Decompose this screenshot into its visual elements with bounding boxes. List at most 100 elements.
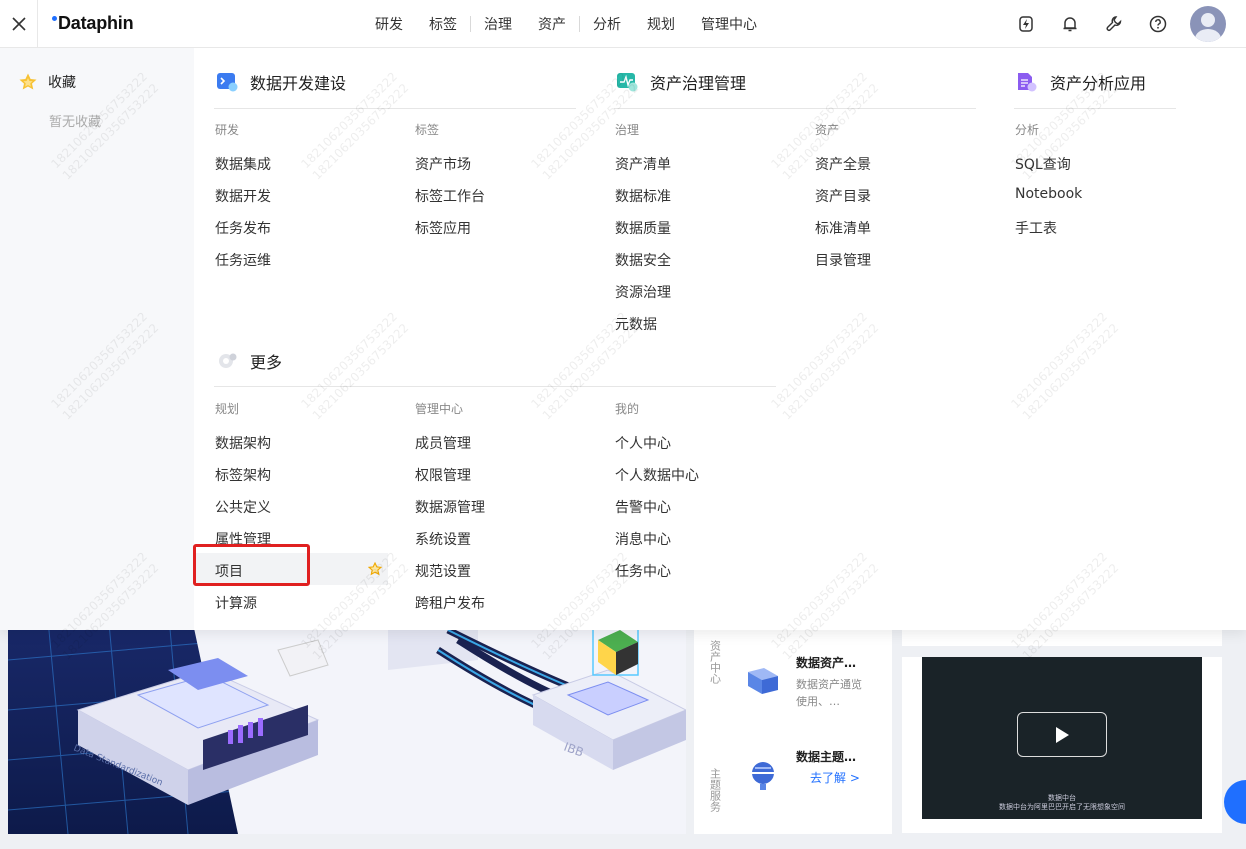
main-nav: 研发 标签 治理 资产 分析 规划 管理中心 (362, 0, 770, 48)
governance-monitor-icon (617, 73, 638, 92)
menu-item-asset-market[interactable]: 资产市场 (415, 154, 471, 174)
play-button[interactable] (1017, 712, 1107, 757)
menu-item-message-center[interactable]: 消息中心 (615, 529, 671, 549)
section-divider (214, 108, 576, 109)
menu-item-cross-tenant-publish[interactable]: 跨租户发布 (415, 593, 485, 613)
analysis-document-icon (1018, 73, 1037, 92)
lightning-badge-button[interactable] (1004, 0, 1048, 48)
menu-item-data-security[interactable]: 数据安全 (615, 250, 671, 270)
section-divider (214, 386, 776, 387)
globe-stand-icon (752, 762, 774, 790)
menu-item-member-management[interactable]: 成员管理 (415, 433, 471, 453)
help-icon (1149, 15, 1167, 33)
notification-button[interactable] (1048, 0, 1092, 48)
mega-menu-panel: 收藏 暂无收藏 数据开发建设 研发 数据集成 数据开发 任务发布 任务运维 标签… (0, 48, 1246, 630)
menu-item-system-settings[interactable]: 系统设置 (415, 529, 471, 549)
nav-item-dev[interactable]: 研发 (362, 14, 416, 34)
group-label-asset: 资产 (815, 123, 840, 137)
menu-item-task-center[interactable]: 任务中心 (615, 561, 671, 581)
section-divider (1014, 108, 1176, 109)
star-icon (19, 73, 37, 90)
close-menu-button[interactable] (0, 0, 38, 48)
menu-item-spec-settings[interactable]: 规范设置 (415, 561, 471, 581)
menu-item-data-quality[interactable]: 数据质量 (615, 218, 671, 238)
group-label-tag: 标签 (415, 123, 440, 137)
favorites-header: 收藏 (18, 72, 76, 92)
section-title-more: 更多 (216, 349, 282, 373)
logo-dot-icon (52, 16, 57, 21)
menu-item-data-standard[interactable]: 数据标准 (615, 186, 671, 206)
nav-item-asset[interactable]: 资产 (525, 14, 579, 34)
section-title-text: 更多 (250, 353, 283, 372)
video-caption: 数据中台为阿里巴巴开启了无限想象空间 (999, 803, 1125, 811)
group-label-admin-center: 管理中心 (415, 402, 464, 416)
menu-item-data-architecture[interactable]: 数据架构 (215, 433, 271, 453)
tools-button[interactable] (1092, 0, 1136, 48)
section-title-dev: 数据开发建设 (216, 70, 346, 94)
more-gear-icon (219, 353, 237, 368)
menu-item-alert-center[interactable]: 告警中心 (615, 497, 671, 517)
favorites-sidebar: 收藏 暂无收藏 (0, 48, 194, 630)
menu-item-data-development[interactable]: 数据开发 (215, 186, 271, 206)
nav-item-admin[interactable]: 管理中心 (688, 14, 770, 34)
asset-center-side-label: 资产中心 (708, 640, 722, 684)
group-label-mine: 我的 (615, 402, 640, 416)
menu-item-sql-query[interactable]: SQL查询 (1015, 154, 1071, 174)
bell-icon (1063, 17, 1077, 32)
data-topic-card[interactable]: 数据主题… 去了解 > (734, 736, 878, 816)
folder-icon (748, 668, 778, 694)
group-label-planning: 规划 (215, 402, 240, 416)
help-button[interactable] (1136, 0, 1180, 48)
data-standardization-illustration: IBB Data Standardization (8, 600, 686, 834)
avatar-head (1201, 13, 1215, 27)
top-right-actions (1004, 0, 1246, 48)
data-asset-card[interactable]: 数据资产… 数据资产通览使用、… (734, 642, 878, 724)
menu-item-permission-management[interactable]: 权限管理 (415, 465, 471, 485)
menu-item-asset-overview[interactable]: 资产全景 (815, 154, 871, 174)
menu-item-task-ops[interactable]: 任务运维 (215, 250, 271, 270)
section-title-text: 资产分析应用 (1050, 74, 1147, 93)
add-favorite-star-button[interactable] (367, 561, 383, 580)
lightning-badge-icon (1019, 16, 1033, 32)
menu-item-tag-workbench[interactable]: 标签工作台 (415, 186, 485, 206)
menu-item-task-publish[interactable]: 任务发布 (215, 218, 271, 238)
menu-item-manual-table[interactable]: 手工表 (1015, 218, 1057, 238)
menu-item-resource-governance[interactable]: 资源治理 (615, 282, 671, 302)
user-avatar[interactable] (1190, 6, 1226, 42)
group-label-governance: 治理 (615, 123, 640, 137)
card-title: 数据主题… (796, 750, 857, 764)
section-divider (614, 108, 976, 109)
menu-item-asset-catalog[interactable]: 资产目录 (815, 186, 871, 206)
help-float-button[interactable] (1224, 780, 1246, 824)
menu-item-datasource-management[interactable]: 数据源管理 (415, 497, 485, 517)
card-title: 数据资产… (796, 656, 857, 670)
nav-item-analysis[interactable]: 分析 (580, 14, 634, 34)
menu-item-personal-center[interactable]: 个人中心 (615, 433, 671, 453)
intro-video[interactable]: 数据中台 数据中台为阿里巴巴开启了无限想象空间 (922, 657, 1202, 819)
menu-item-metadata[interactable]: 元数据 (615, 314, 657, 334)
menu-item-public-definition[interactable]: 公共定义 (215, 497, 271, 517)
nav-item-planning[interactable]: 规划 (634, 14, 688, 34)
dataphin-logo[interactable]: Dataphin (52, 13, 134, 34)
nav-item-tag[interactable]: 标签 (416, 14, 470, 34)
hero-banner: IBB Data Standardization (8, 600, 686, 834)
card-desc: 数据资产通览使用、… (796, 678, 862, 708)
section-title-text: 资产治理管理 (650, 74, 747, 93)
menu-item-tag-application[interactable]: 标签应用 (415, 218, 471, 238)
menu-item-data-integration[interactable]: 数据集成 (215, 154, 271, 174)
menu-item-tag-architecture[interactable]: 标签架构 (215, 465, 271, 485)
section-title-text: 数据开发建设 (250, 74, 347, 93)
menu-item-compute-source[interactable]: 计算源 (215, 593, 257, 613)
menu-item-standard-list[interactable]: 标准清单 (815, 218, 871, 238)
annotation-highlight-box (193, 544, 310, 586)
avatar-body (1195, 29, 1221, 42)
learn-more-link[interactable]: 去了解 > (810, 769, 860, 786)
menu-item-catalog-management[interactable]: 目录管理 (815, 250, 871, 270)
topic-service-side-label: 主题服务 (708, 768, 722, 812)
menu-item-notebook[interactable]: Notebook (1015, 186, 1082, 202)
menu-item-personal-data-center[interactable]: 个人数据中心 (615, 465, 699, 485)
favorites-empty-text: 暂无收藏 (49, 115, 102, 130)
nav-item-governance[interactable]: 治理 (471, 14, 525, 34)
menu-item-asset-list[interactable]: 资产清单 (615, 154, 671, 174)
close-icon (11, 17, 26, 31)
